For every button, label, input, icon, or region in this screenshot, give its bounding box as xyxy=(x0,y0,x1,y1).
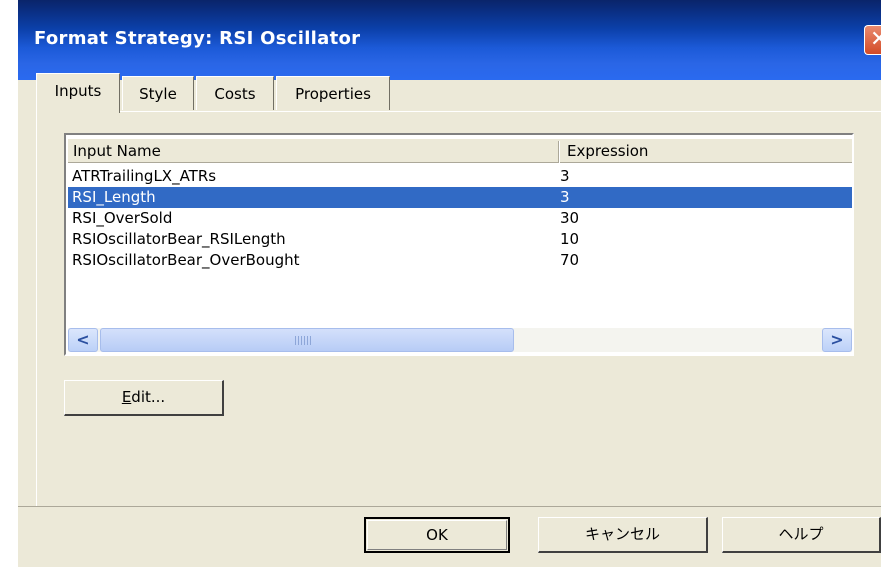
tab-label: Costs xyxy=(214,85,256,103)
ok-label: OK xyxy=(426,526,448,544)
input-name: RSI_OverSold xyxy=(72,209,173,227)
table-row[interactable]: RSIOscillatorBear_OverBought 70 xyxy=(68,250,852,271)
tab-costs[interactable]: Costs xyxy=(196,76,274,110)
horizontal-scrollbar[interactable]: < > xyxy=(68,328,852,352)
ok-button[interactable]: OK xyxy=(364,517,510,553)
chevron-left-icon: < xyxy=(76,330,90,349)
cancel-label: キャンセル xyxy=(584,525,660,543)
input-expression: 3 xyxy=(560,167,570,185)
tab-label: Inputs xyxy=(54,82,102,100)
table-row[interactable]: RSIOscillatorBear_RSILength 10 xyxy=(68,229,852,250)
edit-label: dit... xyxy=(131,388,166,406)
column-divider[interactable] xyxy=(558,141,560,163)
tab-label: Style xyxy=(139,85,177,103)
scroll-thumb[interactable] xyxy=(100,328,514,352)
scroll-right-button[interactable]: > xyxy=(822,328,852,352)
inputs-list[interactable]: Input Name Expression ATRTrailingLX_ATRs… xyxy=(64,133,854,356)
column-header-input-name[interactable]: Input Name xyxy=(73,139,553,163)
input-expression: 3 xyxy=(560,188,570,206)
column-header-expression[interactable]: Expression xyxy=(567,139,767,163)
help-button[interactable]: ヘルプ xyxy=(722,517,881,553)
title-bar[interactable]: Format Strategy: RSI Oscillator ✕ xyxy=(18,0,881,80)
tab-inputs[interactable]: Inputs xyxy=(36,73,120,113)
scroll-left-button[interactable]: < xyxy=(68,328,98,352)
table-row-selected[interactable]: RSI_Length 3 xyxy=(68,187,852,208)
input-expression: 30 xyxy=(560,209,580,227)
list-header: Input Name Expression xyxy=(68,139,852,163)
tab-label: Properties xyxy=(295,85,371,103)
tab-style[interactable]: Style xyxy=(122,76,194,110)
input-name: ATRTrailingLX_ATRs xyxy=(72,167,217,185)
input-name: RSIOscillatorBear_RSILength xyxy=(72,230,286,248)
window-title: Format Strategy: RSI Oscillator xyxy=(34,28,361,49)
edit-button[interactable]: Edit... xyxy=(64,380,224,416)
cancel-button[interactable]: キャンセル xyxy=(538,517,708,553)
help-label: ヘルプ xyxy=(778,525,824,543)
table-row[interactable]: RSI_OverSold 30 xyxy=(68,208,852,229)
edit-mnemonic: E xyxy=(121,388,132,406)
input-expression: 70 xyxy=(560,251,580,269)
input-name: RSI_Length xyxy=(72,188,156,206)
close-icon: ✕ xyxy=(870,27,881,52)
close-button[interactable]: ✕ xyxy=(864,25,881,55)
grip-icon xyxy=(295,336,311,345)
divider xyxy=(18,506,881,507)
input-name: RSIOscillatorBear_OverBought xyxy=(72,251,300,269)
table-row[interactable]: ATRTrailingLX_ATRs 3 xyxy=(68,166,852,187)
tab-properties[interactable]: Properties xyxy=(276,76,390,110)
chevron-right-icon: > xyxy=(830,330,844,349)
input-expression: 10 xyxy=(560,230,580,248)
background-strip xyxy=(0,0,18,567)
